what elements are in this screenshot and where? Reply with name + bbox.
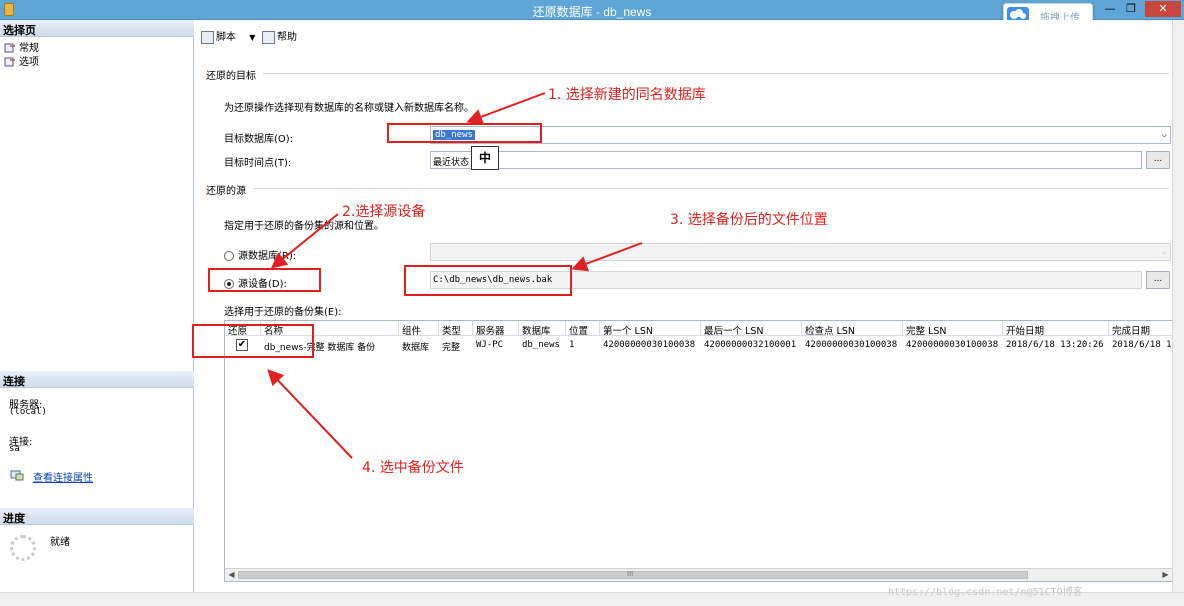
chevron-down-icon: ⌵ — [1161, 247, 1167, 257]
page-icon — [4, 57, 16, 67]
group-divider — [263, 73, 1169, 74]
server-value: (local) — [9, 407, 47, 417]
help-label: 帮助 — [277, 32, 297, 43]
target-time-field[interactable]: 最近状态 — [430, 151, 1142, 169]
column-header[interactable]: 最后一个 LSN — [701, 321, 802, 336]
connection-header: 连接 — [0, 371, 194, 388]
table-cell-position: 1 — [569, 340, 575, 350]
table-cell-server: WJ-PC — [476, 340, 504, 350]
watermark: https://blog.csdn.net/n@51CTO博客 — [888, 587, 1083, 598]
column-header[interactable]: 数据库 — [519, 321, 566, 336]
grid-horizontal-scrollbar[interactable]: ◀ III ▶ — [225, 568, 1172, 581]
column-header[interactable]: 组件 — [399, 321, 439, 336]
table-cell-checkpoint-lsn: 42000000030100038 — [805, 340, 898, 350]
progress-spinner-icon — [10, 535, 36, 561]
script-icon — [201, 30, 214, 44]
column-header[interactable]: 开始日期 — [1003, 321, 1109, 336]
progress-status: 就绪 — [50, 537, 70, 548]
source-device-browse-button[interactable]: ... — [1146, 271, 1170, 289]
column-header[interactable]: 位置 — [566, 321, 600, 336]
source-db-radio[interactable]: 源数据库(R): — [224, 247, 296, 262]
view-connection-properties-link[interactable]: 查看连接属性 — [33, 469, 93, 484]
page-icon — [4, 43, 16, 53]
left-pane: 选择页 常规 选项 连接 服务器: (local) 连接: sa 查看连接属性 … — [0, 20, 194, 592]
column-header[interactable]: 完整 LSN — [903, 321, 1003, 336]
scroll-grip: III — [627, 570, 634, 578]
scroll-right-icon[interactable]: ▶ — [1159, 569, 1172, 581]
source-db-label: 源数据库(R): — [238, 251, 297, 262]
column-header[interactable]: 完成日期 — [1109, 321, 1172, 336]
column-header[interactable]: 检查点 LSN — [802, 321, 903, 336]
table-cell-database: db_news — [522, 340, 560, 350]
column-header[interactable]: 第一个 LSN — [600, 321, 701, 336]
window-titlebar: 还原数据库 - db_news 拖拽上传 — ❐ ✕ — [0, 0, 1184, 25]
help-button[interactable]: 帮助 — [262, 28, 297, 44]
table-cell-start-date: 2018/6/18 13:20:26 — [1006, 340, 1104, 350]
table-cell-last-lsn: 42000000032100001 — [704, 340, 797, 350]
script-label: 脚本 — [216, 32, 236, 43]
ime-indicator: 中 — [471, 146, 499, 170]
annotation-box-target-db — [387, 123, 542, 143]
scroll-left-icon[interactable]: ◀ — [225, 569, 238, 581]
table-cell-type: 完整 — [442, 343, 461, 353]
annotation-step3: 3. 选择备份后的文件位置 — [670, 212, 828, 228]
chevron-down-icon[interactable]: ⌵ — [1162, 130, 1167, 140]
connection-properties-icon — [10, 469, 24, 481]
table-cell-first-lsn: 42000000030100038 — [603, 340, 696, 350]
restore-source-group-title: 还原的源 — [206, 186, 246, 197]
script-button[interactable]: 脚本 ▼ — [201, 28, 255, 44]
target-db-label: 目标数据库(O): — [224, 134, 294, 145]
source-db-combobox: ⌵ — [430, 243, 1171, 261]
page-item-label: 选项 — [19, 57, 39, 68]
main-vertical-scrollbar[interactable] — [1172, 20, 1184, 592]
annotation-box-backup-checkbox — [192, 324, 314, 358]
maximize-button[interactable]: ❐ — [1121, 1, 1141, 17]
restore-target-group-title: 还原的目标 — [206, 71, 256, 82]
progress-header: 进度 — [0, 508, 194, 525]
target-time-label: 目标时间点(T): — [224, 158, 292, 169]
backup-sets-grid[interactable]: 还原 名称 组件 类型 服务器 数据库 位置 第一个 LSN 最后一个 LSN … — [224, 320, 1173, 582]
select-page-header: 选择页 — [0, 20, 194, 37]
table-cell-finish-date: 2018/6/18 13:20 — [1112, 340, 1172, 350]
page-item-options[interactable]: 选项 — [4, 53, 39, 68]
table-cell-component: 数据库 — [402, 343, 430, 353]
annotation-box-source-device — [208, 268, 321, 292]
table-cell-full-lsn: 42000000030100038 — [906, 340, 999, 350]
radio-button[interactable] — [224, 251, 234, 261]
connection-value: sa — [9, 444, 20, 454]
backup-sets-label: 选择用于还原的备份集(E): — [224, 307, 342, 318]
page-item-general[interactable]: 常规 — [4, 39, 39, 54]
target-time-browse-button[interactable]: ... — [1146, 151, 1170, 169]
annotation-box-file-location — [404, 265, 572, 296]
minimize-button[interactable]: — — [1100, 1, 1120, 17]
close-button[interactable]: ✕ — [1145, 1, 1181, 17]
annotation-step2: 2.选择源设备 — [342, 204, 426, 220]
column-header[interactable]: 类型 — [439, 321, 473, 336]
help-icon — [262, 30, 275, 44]
annotation-step1: 1. 选择新建的同名数据库 — [548, 87, 706, 103]
column-header[interactable]: 服务器 — [473, 321, 519, 336]
dropdown-arrow-icon[interactable]: ▼ — [249, 33, 255, 42]
scrollbar-thumb[interactable]: III — [238, 570, 1028, 579]
annotation-step4: 4. 选中备份文件 — [362, 460, 464, 476]
group-divider — [253, 188, 1169, 189]
toolbar: 脚本 ▼ 帮助 — [195, 20, 1172, 48]
restore-target-description: 为还原操作选择现有数据库的名称或键入新数据库名称。 — [224, 103, 474, 114]
